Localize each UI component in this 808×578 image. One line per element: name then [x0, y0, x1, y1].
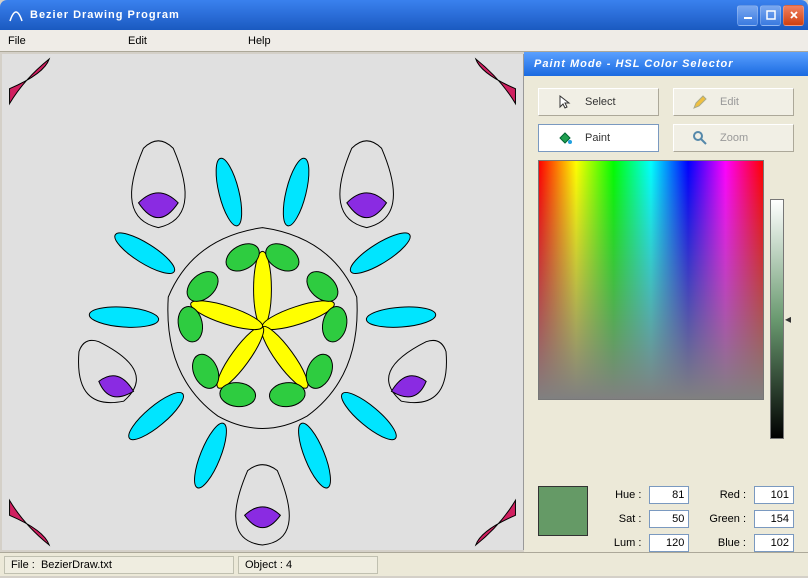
status-file: File : BezierDraw.txt — [4, 556, 234, 574]
titlebar: Bezier Drawing Program — [0, 0, 808, 30]
app-icon — [8, 7, 24, 23]
red-input[interactable] — [754, 486, 794, 504]
blue-input[interactable] — [754, 534, 794, 552]
luminance-slider[interactable] — [770, 199, 784, 439]
status-file-label: File : — [11, 559, 35, 571]
menu-edit[interactable]: Edit — [128, 35, 248, 47]
drawing-canvas[interactable] — [2, 54, 524, 550]
luminance-indicator-icon[interactable]: ◂ — [785, 312, 791, 326]
edit-tool-button[interactable]: Edit — [673, 88, 794, 116]
status-object-count: 4 — [286, 559, 292, 571]
status-object: Object : 4 — [238, 556, 378, 574]
window-title: Bezier Drawing Program — [30, 9, 737, 21]
bucket-icon — [557, 130, 573, 146]
color-swatch — [538, 486, 588, 536]
paint-tool-label: Paint — [585, 132, 610, 144]
status-object-label: Object : — [245, 559, 283, 571]
sat-input[interactable] — [649, 510, 689, 528]
red-label: Red : — [695, 489, 748, 501]
green-label: Green : — [695, 513, 748, 525]
magnifier-icon — [692, 130, 708, 146]
zoom-tool-label: Zoom — [720, 132, 748, 144]
menubar: File Edit Help — [0, 30, 808, 52]
hue-input[interactable] — [649, 486, 689, 504]
lum-input[interactable] — [649, 534, 689, 552]
minimize-button[interactable] — [737, 5, 758, 26]
select-tool-button[interactable]: Select — [538, 88, 659, 116]
status-file-name: BezierDraw.txt — [41, 559, 112, 571]
close-button[interactable] — [783, 5, 804, 26]
pencil-icon — [692, 94, 708, 110]
sat-label: Sat : — [600, 513, 643, 525]
menu-file[interactable]: File — [8, 35, 128, 47]
maximize-button[interactable] — [760, 5, 781, 26]
blue-label: Blue : — [695, 537, 748, 549]
side-panel-header: Paint Mode - HSL Color Selector — [524, 52, 808, 76]
paint-tool-button[interactable]: Paint — [538, 124, 659, 152]
menu-help[interactable]: Help — [248, 35, 368, 47]
side-panel: Paint Mode - HSL Color Selector Select E… — [524, 52, 808, 552]
hue-sat-field[interactable] — [538, 160, 764, 400]
zoom-tool-button[interactable]: Zoom — [673, 124, 794, 152]
edit-tool-label: Edit — [720, 96, 739, 108]
cursor-icon — [557, 94, 573, 110]
select-tool-label: Select — [585, 96, 616, 108]
lum-label: Lum : — [600, 537, 643, 549]
statusbar: File : BezierDraw.txt Object : 4 — [0, 552, 808, 576]
green-input[interactable] — [754, 510, 794, 528]
hue-label: Hue : — [600, 489, 643, 501]
